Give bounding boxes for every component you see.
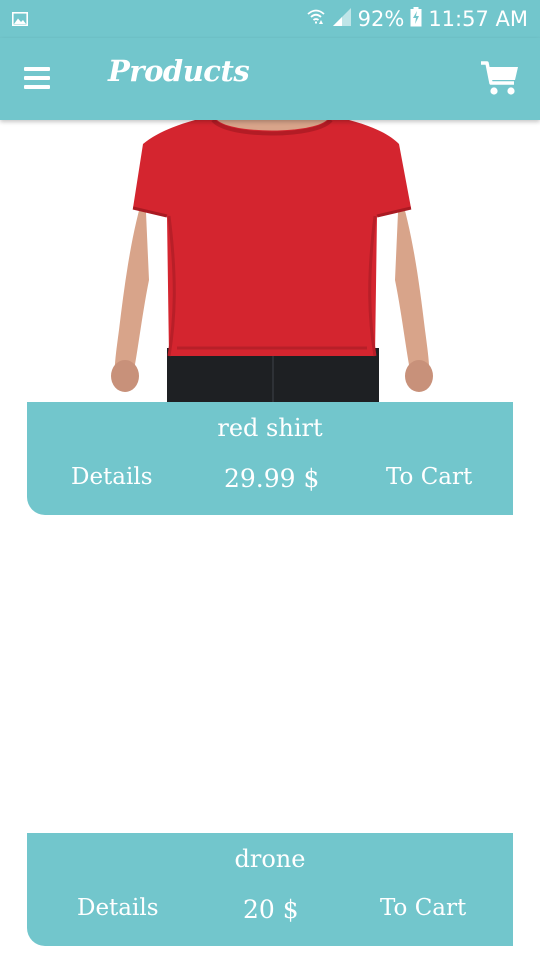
page-title: Products xyxy=(108,54,250,88)
product-price: 29.99 $ xyxy=(224,464,320,493)
red-tshirt-photo xyxy=(111,120,433,402)
shopping-cart-icon[interactable] xyxy=(480,60,520,98)
product-info-panel: drone Details 20 $ To Cart xyxy=(27,833,513,946)
cell-signal-icon xyxy=(332,7,352,32)
gallery-notification-icon xyxy=(12,11,28,30)
status-bar: 92% 11:57 AM xyxy=(0,0,540,38)
to-cart-button[interactable]: To Cart xyxy=(386,464,472,490)
product-name: red shirt xyxy=(217,414,323,442)
hamburger-menu-icon[interactable] xyxy=(14,56,58,100)
product-name: drone xyxy=(234,845,306,873)
product-image[interactable] xyxy=(27,120,513,402)
details-button[interactable]: Details xyxy=(71,464,153,490)
to-cart-button[interactable]: To Cart xyxy=(380,895,466,921)
battery-percent: 92% xyxy=(357,7,405,31)
wifi-icon xyxy=(306,7,326,32)
product-info-panel: red shirt Details 29.99 $ To Cart xyxy=(27,402,513,515)
details-button[interactable]: Details xyxy=(77,895,159,921)
battery-charging-icon xyxy=(410,6,422,32)
product-price: 20 $ xyxy=(243,895,299,924)
app-bar: Products xyxy=(0,38,540,120)
product-image[interactable] xyxy=(27,551,513,833)
clock: 11:57 AM xyxy=(428,7,528,31)
